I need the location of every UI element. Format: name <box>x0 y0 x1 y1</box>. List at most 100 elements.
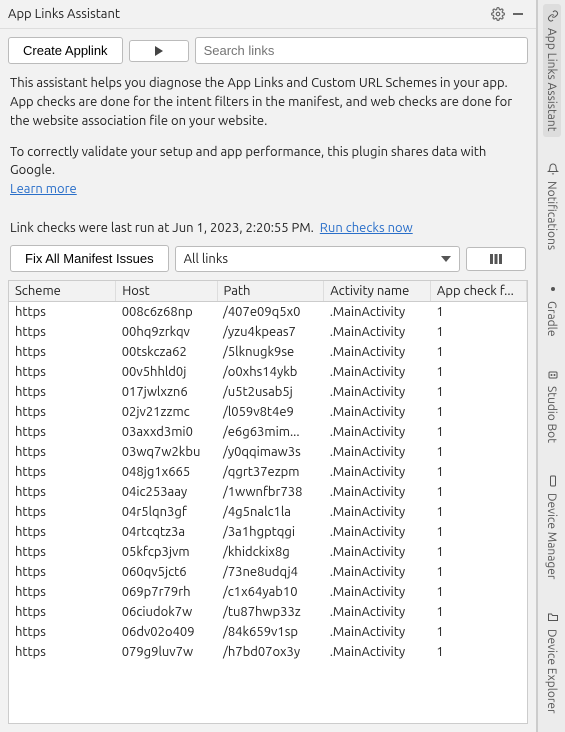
cell-path: /5lknugk9se <box>217 342 324 362</box>
cell-path: /e6g63mim... <box>217 422 324 442</box>
columns-icon <box>489 253 503 265</box>
table-row[interactable]: https079g9luv7w/h7bd07ox3y.MainActivity1 <box>9 642 527 662</box>
tab-notifications[interactable]: Notifications <box>543 157 561 256</box>
cell-scheme: https <box>9 562 116 582</box>
cell-path: /4g5nalc1la <box>217 502 324 522</box>
cell-host: 06ciudok7w <box>116 602 217 622</box>
cell-scheme: https <box>9 622 116 642</box>
table-row[interactable]: https06dv02o409/84k659v1sp.MainActivity1 <box>9 622 527 642</box>
filter-label: All links <box>184 252 228 266</box>
cell-host: 060qv5jct6 <box>116 562 217 582</box>
cell-activity: .MainActivity <box>324 342 431 362</box>
table-row[interactable]: https00tskcza62/5lknugk9se.MainActivity1 <box>9 342 527 362</box>
cell-path: /u5t2usab5j <box>217 382 324 402</box>
cell-host: 008c6z68np <box>116 302 217 323</box>
columns-view-button[interactable] <box>466 247 526 271</box>
table-row[interactable]: https02jv21zzmc/l059v8t4e9.MainActivity1 <box>9 402 527 422</box>
cell-path: /73ne8udqj4 <box>217 562 324 582</box>
cell-scheme: https <box>9 422 116 442</box>
cell-scheme: https <box>9 342 116 362</box>
device-icon <box>545 475 559 489</box>
description-block: This assistant helps you diagnose the Ap… <box>0 72 536 219</box>
panel-header: App Links Assistant <box>0 0 536 29</box>
table-header-row: Scheme Host Path Activity name App check… <box>9 281 527 302</box>
learn-more-link[interactable]: Learn more <box>10 182 77 196</box>
col-scheme[interactable]: Scheme <box>9 281 116 302</box>
cell-path: /1wwnfbr738 <box>217 482 324 502</box>
table-row[interactable]: https03axxd3mi0/e6g63mim....MainActivity… <box>9 422 527 442</box>
cell-check: 1 <box>430 302 526 323</box>
tab-gradle[interactable]: Gradle <box>543 277 561 342</box>
cell-activity: .MainActivity <box>324 442 431 462</box>
table-row[interactable]: https00hq9zrkqv/yzu4kpeas7.MainActivity1 <box>9 322 527 342</box>
table-row[interactable]: https05kfcp3jvm/khidckix8g.MainActivity1 <box>9 542 527 562</box>
table-row[interactable]: https008c6z68np/407e09q5x0.MainActivity1 <box>9 302 527 323</box>
cell-path: /3a1hgptqgi <box>217 522 324 542</box>
cell-check: 1 <box>430 322 526 342</box>
cell-host: 00v5hhld0j <box>116 362 217 382</box>
table-row[interactable]: https048jg1x665/qgrt37ezpm.MainActivity1 <box>9 462 527 482</box>
cell-path: /y0qqimaw3s <box>217 442 324 462</box>
table-row[interactable]: https06ciudok7w/tu87hwp33z.MainActivity1 <box>9 602 527 622</box>
gear-icon[interactable] <box>488 4 508 24</box>
cell-check: 1 <box>430 422 526 442</box>
cell-path: /o0xhs14ykb <box>217 362 324 382</box>
status-row: Link checks were last run at Jun 1, 2023… <box>0 219 536 243</box>
bot-icon <box>545 368 559 382</box>
cell-check: 1 <box>430 402 526 422</box>
cell-check: 1 <box>430 522 526 542</box>
cell-scheme: https <box>9 582 116 602</box>
cell-host: 017jwlxzn6 <box>116 382 217 402</box>
cell-activity: .MainActivity <box>324 642 431 662</box>
cell-activity: .MainActivity <box>324 522 431 542</box>
cell-scheme: https <box>9 362 116 382</box>
col-path[interactable]: Path <box>217 281 324 302</box>
filter-select[interactable]: All links <box>175 246 460 272</box>
search-input[interactable] <box>195 37 528 64</box>
panel-title: App Links Assistant <box>8 7 488 21</box>
col-host[interactable]: Host <box>116 281 217 302</box>
fix-manifest-button[interactable]: Fix All Manifest Issues <box>10 245 169 272</box>
table-row[interactable]: https04ic253aay/1wwnfbr738.MainActivity1 <box>9 482 527 502</box>
create-applink-button[interactable]: Create Applink <box>8 37 123 64</box>
cell-activity: .MainActivity <box>324 422 431 442</box>
cell-scheme: https <box>9 382 116 402</box>
cell-path: /yzu4kpeas7 <box>217 322 324 342</box>
cell-activity: .MainActivity <box>324 542 431 562</box>
cell-host: 04ic253aay <box>116 482 217 502</box>
cell-check: 1 <box>430 462 526 482</box>
table-row[interactable]: https04r5lqn3gf/4g5nalc1la.MainActivity1 <box>9 502 527 522</box>
table-row[interactable]: https00v5hhld0j/o0xhs14ykb.MainActivity1 <box>9 362 527 382</box>
cell-path: /khidckix8g <box>217 542 324 562</box>
links-table-wrap[interactable]: Scheme Host Path Activity name App check… <box>8 280 528 724</box>
minimize-icon[interactable] <box>508 4 528 24</box>
cell-path: /c1x64yab10 <box>217 582 324 602</box>
cell-host: 04rtcqtz3a <box>116 522 217 542</box>
tab-app-links-assistant[interactable]: App Links Assistant <box>543 4 561 137</box>
run-button[interactable] <box>129 40 189 62</box>
cell-path: /84k659v1sp <box>217 622 324 642</box>
table-row[interactable]: https017jwlxzn6/u5t2usab5j.MainActivity1 <box>9 382 527 402</box>
table-row[interactable]: https03wq7w2kbu/y0qqimaw3s.MainActivity1 <box>9 442 527 462</box>
table-row[interactable]: https060qv5jct6/73ne8udqj4.MainActivity1 <box>9 562 527 582</box>
cell-host: 04r5lqn3gf <box>116 502 217 522</box>
cell-path: /h7bd07ox3y <box>217 642 324 662</box>
cell-check: 1 <box>430 602 526 622</box>
table-row[interactable]: https069p7r79rh/c1x64yab10.MainActivity1 <box>9 582 527 602</box>
cell-activity: .MainActivity <box>324 382 431 402</box>
cell-host: 03axxd3mi0 <box>116 422 217 442</box>
cell-scheme: https <box>9 402 116 422</box>
description-p1: This assistant helps you diagnose the Ap… <box>10 74 526 131</box>
cell-check: 1 <box>430 362 526 382</box>
tab-studio-bot[interactable]: Studio Bot <box>543 362 561 449</box>
cell-host: 069p7r79rh <box>116 582 217 602</box>
cell-check: 1 <box>430 542 526 562</box>
cell-host: 00tskcza62 <box>116 342 217 362</box>
tab-device-explorer[interactable]: Device Explorer <box>543 605 561 720</box>
status-text: Link checks were last run at Jun 1, 2023… <box>10 221 314 235</box>
run-checks-link[interactable]: Run checks now <box>320 221 413 235</box>
col-activity[interactable]: Activity name <box>324 281 431 302</box>
tab-device-manager[interactable]: Device Manager <box>543 469 561 585</box>
col-check[interactable]: App check f... <box>430 281 526 302</box>
table-row[interactable]: https04rtcqtz3a/3a1hgptqgi.MainActivity1 <box>9 522 527 542</box>
